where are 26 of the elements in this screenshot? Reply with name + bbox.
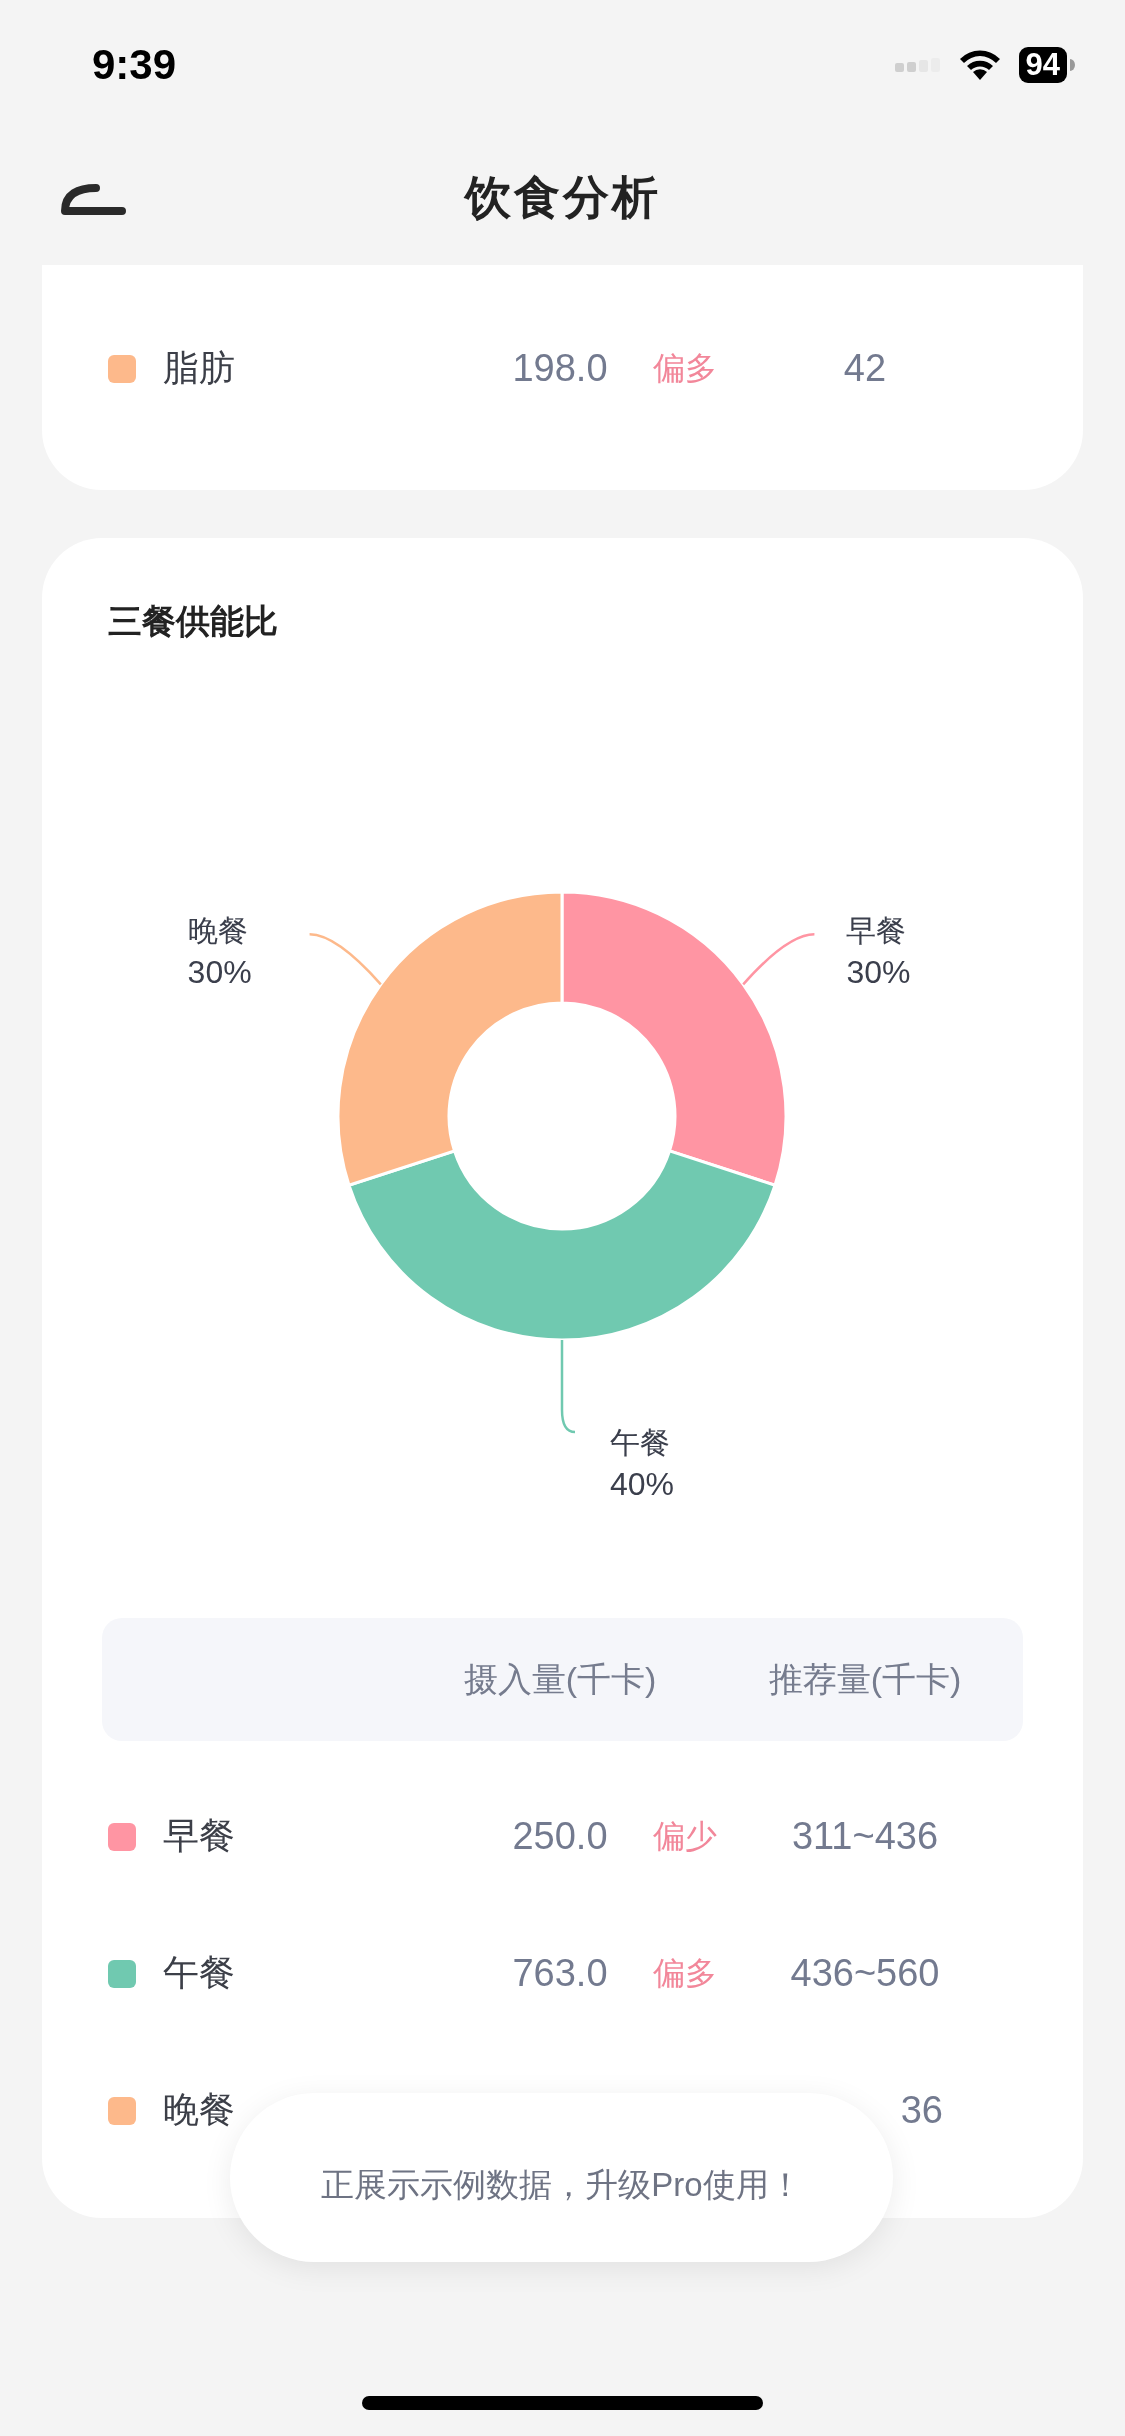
slice-label: 午餐 [610,1426,670,1459]
status-label: 偏多 [652,348,718,388]
slice-value: 40% [610,1466,675,1502]
intake-value: 250.0 [512,1815,608,1858]
wifi-icon [958,49,1001,81]
column-header: 推荐量(千卡) [768,1658,962,1700]
slice-value: 30% [187,954,252,991]
intake-value: 763.0 [512,1952,608,1995]
recommended-value: 436~560 [790,1952,940,1995]
page-title: 饮食分析 [464,169,661,225]
recommended-value: 42 [843,347,887,390]
recommended-value: 36 [900,2089,943,2132]
status-label: 偏少 [652,1816,718,1856]
recommended-value: 311~436 [791,1815,939,1858]
row-label: 脂肪 [163,346,236,390]
row-label: 午餐 [163,1951,236,1995]
slice-label: 早餐 [846,914,907,948]
card-title: 三餐供能比 [108,601,279,642]
slice-label: 晚餐 [187,914,248,948]
signal-icon [894,58,941,72]
row-label: 早餐 [163,1814,236,1858]
intake-value: 198.0 [512,347,608,390]
slice-value: 30% [846,954,911,991]
column-header: 摄入量(千卡) [463,1658,657,1700]
status-label: 偏多 [652,1953,718,1993]
status-time: 9:39 [92,41,177,89]
